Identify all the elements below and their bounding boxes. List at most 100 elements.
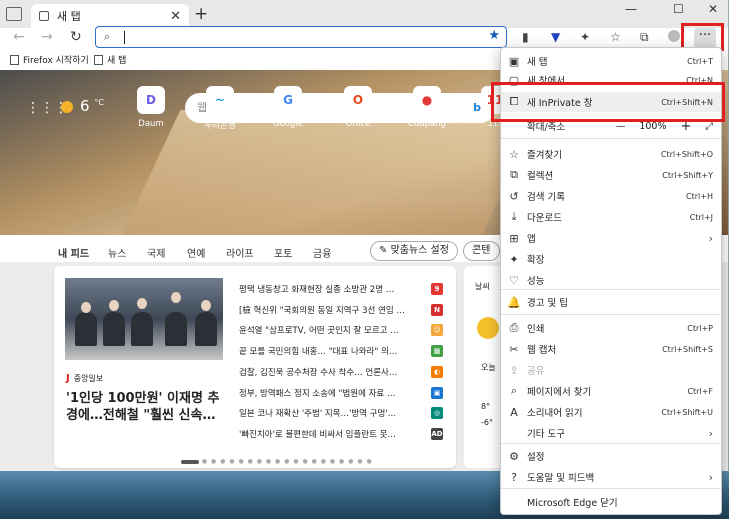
content-button[interactable]: 콘텐츠 xyxy=(463,241,500,274)
download-arrow-icon[interactable]: ▼ xyxy=(551,30,560,44)
tab-life[interactable]: 라이프 xyxy=(226,245,254,260)
menu-item[interactable]: Microsoft Edge 닫기 xyxy=(501,492,721,512)
menu-item-label: 경고 및 팁 xyxy=(527,298,568,309)
menu-new-tab[interactable]: ▣ 새 탭 Ctrl+T xyxy=(501,51,721,71)
menu-item[interactable]: ? 도움말 및 피드백 › xyxy=(501,467,721,487)
shortcut-tile[interactable]: G Google xyxy=(263,86,313,129)
tab-world[interactable]: 국제 xyxy=(147,245,165,260)
news-list-item[interactable]: 정부, 방역패스 정지 소송에 "법원에 자료 … ▣ xyxy=(239,383,443,403)
main-headline[interactable]: '1인당 100만원' 이재명 추경에…전해철 "훨씬 신속… xyxy=(66,390,226,424)
address-bar[interactable]: ⌕ ★ xyxy=(95,26,507,48)
weather-card-sun-icon xyxy=(477,317,499,339)
news-list-item[interactable]: 윤석열 "삼프로TV, 어떤 곳인지 잘 모르고 … ☺ xyxy=(239,320,443,340)
news-list-item[interactable]: '빠진치아'로 불편한데 비싸서 임플란트 못… AD xyxy=(239,424,443,444)
menu-item-label: 설정 xyxy=(527,452,545,463)
news-title: 윤석열 "삼프로TV, 어떤 곳인지 잘 모르고 … xyxy=(239,326,399,337)
menu-item[interactable]: ⚙ 설정 xyxy=(501,446,721,466)
favorite-star-icon[interactable]: ★ xyxy=(488,28,500,43)
weather-card-label: 날씨 xyxy=(475,282,490,291)
menu-item[interactable]: ⌕ 페이지에서 찾기 Ctrl+F xyxy=(501,381,721,401)
favorites-icon: ☆ xyxy=(509,147,519,161)
tab-close-icon[interactable]: ✕ xyxy=(170,9,181,24)
favorites-toolbar-icon[interactable]: ☆ xyxy=(610,30,621,44)
shortcut-tile[interactable]: ● Coupang xyxy=(402,86,452,129)
search-icon: ⌕ xyxy=(104,30,111,43)
news-list-item[interactable]: 평택 냉동창고 화재현장 실종 소방관 2명 … 9 xyxy=(239,279,443,299)
back-icon[interactable]: ← xyxy=(13,29,25,45)
bookmark-newtab[interactable]: 새 탭 xyxy=(94,53,126,66)
chevron-right-icon: › xyxy=(708,470,713,484)
menu-item[interactable]: ⊞ 앱 › xyxy=(501,228,721,248)
chevron-right-icon: › xyxy=(708,426,713,440)
shortcut-tile[interactable]: ~ 우리은행 xyxy=(195,86,245,131)
tab-photo[interactable]: 포토 xyxy=(274,245,292,260)
performance-icon: ♡ xyxy=(509,273,519,287)
tab-finance[interactable]: 금융 xyxy=(313,245,331,260)
tab-new-tab[interactable]: 새 탭 ✕ xyxy=(31,4,189,28)
temperature[interactable]: 6 °C xyxy=(80,97,104,115)
collections-toolbar-icon[interactable]: ⧉ xyxy=(640,30,649,45)
menu-item[interactable]: ✦ 확장 xyxy=(501,249,721,269)
menu-item[interactable]: ⤓ 다운로드 Ctrl+J xyxy=(501,207,721,227)
shortcut-tile[interactable]: O Office xyxy=(333,86,383,129)
shortcut-logo-icon: O xyxy=(344,86,372,114)
weather-today: 오늘 xyxy=(481,363,496,372)
window-close-icon[interactable]: ✕ xyxy=(708,2,718,16)
menu-item-label: 인쇄 xyxy=(527,324,545,335)
zoom-out-icon[interactable]: — xyxy=(616,121,626,132)
news-photo[interactable] xyxy=(65,278,223,360)
read-aloud-icon: A xyxy=(510,405,518,419)
menu-item[interactable]: ⇪ 공유 xyxy=(501,360,721,380)
refresh-icon[interactable]: ↻ xyxy=(70,29,82,45)
menu-item-shortcut: Ctrl+Shift+S xyxy=(662,344,713,354)
alerts-icon: 🔔 xyxy=(507,295,521,309)
menu-item[interactable]: A 소리내어 읽기 Ctrl+Shift+U xyxy=(501,402,721,422)
extensions-toolbar-icon[interactable]: ✦ xyxy=(580,30,590,44)
news-list-item[interactable]: 끝 모를 국민의힘 내홍… "대표 나와라" 의… ▦ xyxy=(239,341,443,361)
bookmark-label: 새 탭 xyxy=(107,56,127,66)
news-title: 정부, 방역패스 정지 소송에 "법원에 자료 … xyxy=(239,388,396,399)
reader-icon[interactable]: ▮ xyxy=(522,30,529,44)
maximize-icon[interactable]: ☐ xyxy=(673,2,684,16)
menu-item[interactable]: ↺ 검색 기록 Ctrl+H xyxy=(501,186,721,206)
shortcut-tile[interactable]: D Daum xyxy=(126,86,176,129)
shortcut-label: 우리은행 xyxy=(204,121,236,131)
find-icon: ⌕ xyxy=(510,384,518,397)
menu-item[interactable]: 기타 도구 › xyxy=(501,423,721,443)
minimize-icon[interactable]: — xyxy=(625,2,637,16)
customize-news-button[interactable]: ✎ 맞춤뉴스 설정 xyxy=(370,241,458,261)
tab-entertainment[interactable]: 연예 xyxy=(187,245,205,260)
settings-icon: ⚙ xyxy=(509,449,519,463)
joongang-logo-icon: J xyxy=(66,373,70,384)
highlight-inprivate xyxy=(491,82,725,122)
menu-item-label: 소리내어 읽기 xyxy=(527,408,583,419)
menu-item[interactable]: 🔔 경고 및 팁 xyxy=(501,292,721,312)
menu-item[interactable]: ⎙ 인쇄 Ctrl+P xyxy=(501,318,721,338)
tab-news[interactable]: 뉴스 xyxy=(108,245,126,260)
tab-actions-icon[interactable] xyxy=(6,7,22,21)
menu-item[interactable]: ⧉ 컬렉션 Ctrl+Shift+Y xyxy=(501,165,721,185)
bookmark-firefox[interactable]: Firefox 시작하기 xyxy=(10,53,89,66)
menu-item[interactable]: ☆ 즐겨찾기 Ctrl+Shift+O xyxy=(501,144,721,164)
publisher-logo-icon: ▦ xyxy=(431,345,443,358)
publisher-logo-icon: ☺ xyxy=(431,324,443,337)
menu-item[interactable]: ✂ 웹 캡처 Ctrl+Shift+S xyxy=(501,339,721,359)
menu-item-shortcut: Ctrl+Shift+U xyxy=(661,407,713,417)
publisher-logo-icon: AD xyxy=(431,427,443,440)
menu-item-label: 성능 xyxy=(527,276,545,287)
menu-item-label: 공유 xyxy=(527,366,545,377)
news-title: '빠진치아'로 불편한데 비싸서 임플란트 못… xyxy=(239,429,396,440)
new-tab-plus-icon[interactable]: + xyxy=(194,4,208,24)
forward-icon[interactable]: → xyxy=(41,29,53,45)
news-list-item[interactable]: 검찰, 김진욱 공수처장 수사 착수… 언론사… ◐ xyxy=(239,362,443,382)
carousel-dots[interactable]: ● ● ● ● ● ● ● ● ● ● ● ● ● ● ● ● ● ● ● xyxy=(181,458,373,465)
menu-item[interactable]: ♡ 성능 xyxy=(501,270,721,290)
profile-avatar[interactable] xyxy=(668,30,680,42)
fullscreen-icon[interactable]: ⤢ xyxy=(705,121,713,132)
news-list-item[interactable]: 일본 코나 재확산 '주범' 지목…'방역 구멍'… ◎ xyxy=(239,403,443,423)
collections-icon: ⧉ xyxy=(510,168,518,181)
chevron-right-icon: › xyxy=(708,231,713,245)
title-bar: 새 탭 ✕ + — ☐ ✕ xyxy=(0,0,728,28)
news-list-item[interactable]: [檢 혁신위 "국회의원 동일 지역구 3선 연임 … N xyxy=(239,300,443,320)
weather-high: 8° xyxy=(481,402,491,411)
